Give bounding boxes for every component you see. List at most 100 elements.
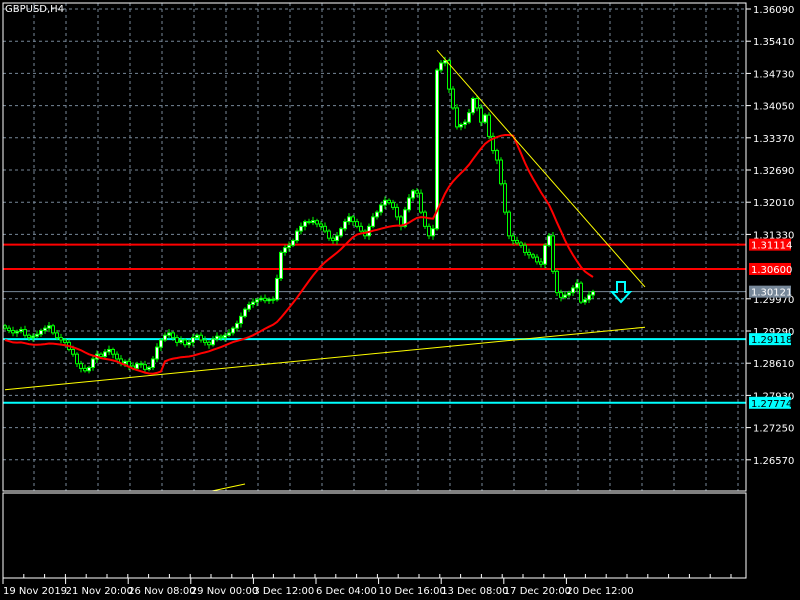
candle-body	[451, 88, 455, 109]
candle-body	[423, 211, 427, 227]
candle-body	[311, 220, 315, 224]
candle-body	[51, 325, 55, 334]
candle-body	[259, 297, 263, 301]
candle-body	[91, 358, 95, 368]
price-tick-label: 1.32690	[753, 166, 794, 177]
price-tick-label: 1.32010	[753, 198, 794, 209]
candle-body	[75, 353, 79, 365]
candle-body	[559, 292, 563, 298]
time-label: 26 Nov 08:00	[128, 586, 195, 597]
time-axis[interactable]: 19 Nov 201921 Nov 20:0026 Nov 08:0029 No…	[2, 574, 732, 597]
candle-body	[295, 230, 299, 242]
main-chart-frame	[2, 2, 747, 492]
candle-body	[211, 338, 215, 346]
candle-body	[495, 150, 499, 161]
candle-body	[475, 97, 479, 109]
candle-body	[235, 322, 239, 329]
candle-body	[47, 325, 51, 329]
price-tick-label: 1.34050	[753, 102, 794, 113]
time-label: 3 Dec 12:00	[253, 586, 314, 597]
candle-body	[299, 225, 303, 232]
price-tick-label: 1.35410	[753, 37, 794, 48]
candle-body	[243, 308, 247, 317]
candle-body	[387, 199, 391, 204]
candle-body	[427, 225, 431, 237]
candle-body	[247, 303, 251, 310]
candle-body	[255, 299, 259, 303]
candle-body	[279, 251, 283, 279]
grid	[3, 3, 746, 491]
candle-body	[407, 197, 411, 211]
moving-average-line	[4, 134, 594, 375]
candle-body	[179, 339, 183, 343]
price-chart[interactable]: 1.36090 1.35410 1.34730 1.34050 1.33370 1.326…	[0, 0, 800, 600]
candle-body	[307, 221, 311, 224]
candle-body	[411, 190, 415, 199]
candle-body	[167, 332, 171, 336]
candle-body	[519, 242, 523, 246]
candle-body	[231, 327, 235, 334]
candle-body	[347, 216, 351, 223]
price-tick-label: 1.28610	[753, 359, 794, 370]
candle-body	[147, 366, 151, 370]
candle-body	[135, 363, 139, 369]
candle-body	[479, 107, 483, 123]
candle-body	[215, 335, 219, 340]
candle-body	[71, 348, 75, 355]
candle-body	[375, 211, 379, 218]
candle-body	[467, 112, 471, 123]
candle-body	[315, 220, 319, 225]
time-label: 17 Dec 20:00	[504, 586, 571, 597]
candle-body	[439, 62, 443, 71]
candle-body	[355, 221, 359, 227]
candle-body	[523, 244, 527, 253]
chart-title: GBPUSD,H4	[5, 4, 65, 15]
candle-body	[207, 341, 211, 346]
candle-body	[239, 315, 243, 324]
candle-body	[7, 327, 11, 332]
price-line-label: 1.29118	[751, 335, 792, 346]
time-label: 20 Dec 12:00	[566, 586, 633, 597]
candle-body	[351, 216, 355, 223]
candle-body	[263, 297, 267, 302]
candle-body	[111, 348, 115, 355]
candle-body	[319, 223, 323, 227]
candle-body	[395, 206, 399, 218]
candle-body	[463, 121, 467, 126]
time-label: 6 Dec 04:00	[316, 586, 377, 597]
candle-body	[55, 332, 59, 339]
candle-body	[27, 334, 31, 339]
candle-body	[567, 292, 571, 296]
candle-body	[199, 334, 203, 341]
candle-body	[563, 294, 567, 298]
candle-body	[171, 332, 175, 339]
candle-body	[551, 235, 555, 272]
candles	[3, 56, 595, 374]
candle-body	[287, 244, 291, 249]
indicator-subwindow[interactable]	[2, 492, 747, 579]
candle-body	[335, 235, 339, 242]
candle-body	[383, 199, 387, 206]
candle-body	[507, 211, 511, 237]
candle-body	[539, 261, 543, 265]
candle-body	[435, 69, 439, 230]
candle-body	[3, 325, 7, 329]
candle-body	[583, 299, 587, 303]
candle-body	[327, 230, 331, 239]
candle-body	[359, 225, 363, 232]
candle-body	[15, 330, 19, 334]
candle-body	[203, 339, 207, 343]
candle-body	[343, 221, 347, 230]
candle-body	[195, 334, 199, 339]
candle-body	[43, 327, 47, 332]
candle-body	[59, 337, 63, 341]
candle-body	[139, 363, 143, 366]
candle-body	[63, 339, 67, 343]
candle-body	[107, 348, 111, 353]
candle-body	[303, 221, 307, 227]
candle-body	[87, 366, 91, 372]
candle-body	[155, 346, 159, 360]
price-line-label: 1.27774	[751, 399, 792, 410]
time-label: 21 Nov 20:00	[66, 586, 133, 597]
price-line-label: 1.30600	[751, 265, 792, 276]
